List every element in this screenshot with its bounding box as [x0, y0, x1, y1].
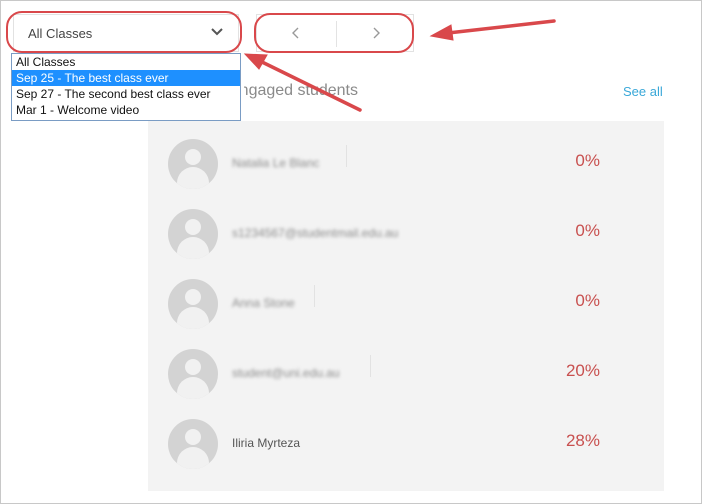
- class-option-selected[interactable]: Sep 25 - The best class ever: [12, 70, 240, 86]
- student-row[interactable]: Natalia Le Blanc 0%: [148, 121, 664, 191]
- class-option[interactable]: Sep 27 - The second best class ever: [12, 86, 240, 102]
- avatar: [168, 349, 218, 399]
- student-name: Anna Stone: [232, 296, 295, 310]
- student-row[interactable]: Anna Stone 0%: [148, 261, 664, 331]
- student-row[interactable]: s1234567@studentmail.edu.au 0%: [148, 191, 664, 261]
- section-title: Engaged students: [229, 82, 358, 99]
- student-list: Natalia Le Blanc 0% s1234567@studentmail…: [148, 121, 664, 491]
- student-percent: 20%: [565, 361, 600, 380]
- student-percent: 0%: [575, 221, 600, 240]
- student-row[interactable]: student@uni.edu.au 20%: [148, 331, 664, 401]
- student-row[interactable]: Iliria Myrteza 28%: [148, 401, 664, 471]
- student-name: s1234567@studentmail.edu.au: [232, 226, 399, 240]
- name-divider: [314, 285, 315, 307]
- student-percent: 0%: [575, 291, 600, 310]
- avatar: [168, 209, 218, 259]
- student-percent: 28%: [565, 431, 600, 450]
- name-divider: [370, 355, 371, 377]
- class-option[interactable]: Mar 1 - Welcome video: [12, 102, 240, 118]
- avatar: [168, 419, 218, 469]
- student-percent: 0%: [575, 151, 600, 170]
- student-name: Iliria Myrteza: [232, 436, 301, 450]
- name-divider: [346, 145, 347, 167]
- student-name: Natalia Le Blanc: [232, 156, 320, 170]
- avatar: [168, 279, 218, 329]
- see-all-link[interactable]: See all: [623, 84, 663, 99]
- student-name: student@uni.edu.au: [232, 366, 340, 380]
- annotation-highlight-pager: [254, 13, 414, 53]
- class-options-dropdown: All Classes Sep 25 - The best class ever…: [11, 53, 241, 121]
- avatar: [168, 139, 218, 189]
- class-option[interactable]: All Classes: [12, 54, 240, 70]
- annotation-highlight-select: [6, 11, 242, 53]
